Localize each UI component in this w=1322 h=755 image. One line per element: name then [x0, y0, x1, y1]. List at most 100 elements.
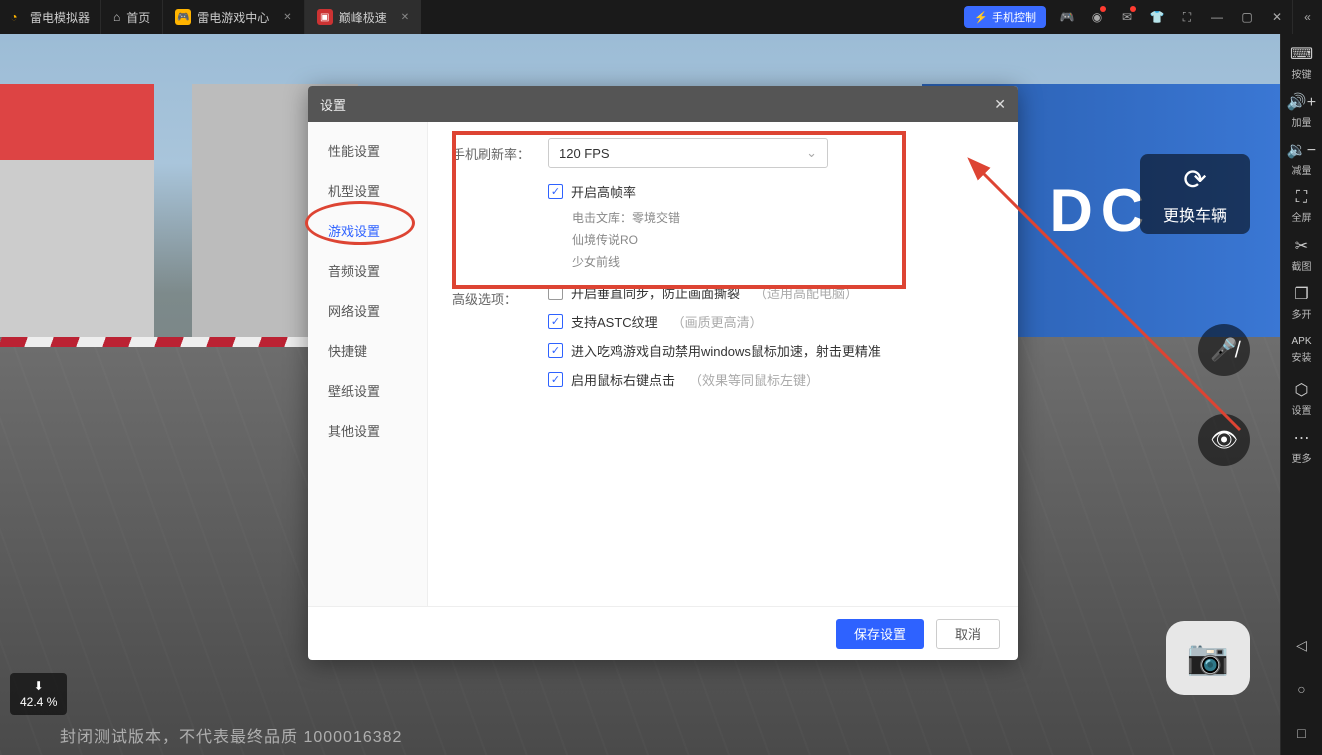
rail-settings[interactable]: ⬡设置 [1281, 374, 1322, 422]
advanced-label: 高级选项： [452, 283, 548, 308]
game-icon: ▣ [317, 9, 333, 25]
list-item: 少女前线 [572, 251, 994, 273]
volume-up-icon: 🔊+ [1287, 92, 1316, 112]
list-item: 电击文库：零境交错 [572, 207, 994, 229]
android-recent[interactable]: □ [1281, 711, 1322, 755]
settings-content: 手机刷新率： 120 FPS ⌄ ✓ 开启高帧率 电击文库：零境交错 仙境传说R… [428, 122, 1018, 606]
home-icon: ⌂ [113, 10, 120, 24]
refresh-rate-value: 120 FPS [559, 146, 610, 161]
fullscreen-tray-icon[interactable]: ⛶ [1172, 0, 1202, 34]
nav-model[interactable]: 机型设置 [308, 170, 427, 210]
mic-mute-button[interactable]: 🎤̸ [1198, 324, 1250, 376]
cancel-button[interactable]: 取消 [936, 619, 1000, 649]
titlebar: ◔ 雷电模拟器 ⌂ 首页 🎮 雷电游戏中心 ✕ ▣ 巅峰极速 ✕ ⚡ 手机控制 … [0, 0, 1322, 34]
apk-icon: APK [1291, 336, 1311, 347]
view-button[interactable]: 👁 [1198, 414, 1250, 466]
camera-icon: 📷 [1187, 638, 1229, 678]
theme-icon[interactable]: 👕 [1142, 0, 1172, 34]
right-click-hint: （效果等同鼠标左键） [689, 370, 819, 389]
collapse-rail-icon[interactable]: « [1292, 0, 1322, 34]
rail-more[interactable]: ⋯更多 [1281, 422, 1322, 470]
download-icon: ⬇ [34, 679, 44, 693]
gamepad-tray-icon[interactable]: 🎮 [1052, 0, 1082, 34]
phone-control-button[interactable]: ⚡ 手机控制 [964, 6, 1046, 28]
high-fps-game-list: 电击文库：零境交错 仙境传说RO 少女前线 [572, 207, 994, 273]
build-watermark: 封闭测试版本，不代表最终品质 1000016382 [60, 723, 402, 747]
tab-label: 巅峰极速 [339, 9, 387, 26]
multi-window-icon: ❐ [1294, 284, 1308, 304]
refresh-rate-label: 手机刷新率： [452, 138, 548, 163]
close-icon[interactable]: ✕ [994, 96, 1006, 113]
rail-keymap[interactable]: ⌨按键 [1281, 38, 1322, 86]
gamepad-icon: 🎮 [175, 9, 191, 25]
mail-icon[interactable]: ✉ [1112, 0, 1142, 34]
vsync-checkbox[interactable] [548, 285, 563, 300]
rail-volume-up[interactable]: 🔊+加量 [1281, 86, 1322, 134]
modal-footer: 保存设置 取消 [308, 606, 1018, 660]
high-fps-label: 开启高帧率 [571, 182, 636, 201]
android-home[interactable]: ○ [1281, 667, 1322, 711]
settings-modal: 设置 ✕ 性能设置 机型设置 游戏设置 音频设置 网络设置 快捷键 壁纸设置 其… [308, 86, 1018, 660]
side-rail: ⌨按键 🔊+加量 🔉−减量 ⛶全屏 ✂截图 ❐多开 APK安装 ⬡设置 ⋯更多 … [1280, 34, 1322, 755]
avatar-icon[interactable]: ◉ [1082, 0, 1112, 34]
high-fps-checkbox[interactable]: ✓ [548, 184, 563, 199]
tab-label: 首页 [126, 9, 150, 26]
refresh-rate-select[interactable]: 120 FPS ⌄ [548, 138, 828, 168]
tab-gamecenter[interactable]: 🎮 雷电游戏中心 ✕ [162, 0, 303, 34]
close-icon[interactable]: ✕ [283, 12, 291, 23]
close-icon[interactable]: ✕ [401, 12, 409, 23]
app-logo-icon: ◔ [0, 10, 28, 24]
astc-label: 支持ASTC纹理 [571, 312, 658, 331]
tab-active-game[interactable]: ▣ 巅峰极速 ✕ [304, 0, 421, 34]
keyboard-icon: ⌨ [1290, 44, 1313, 64]
rail-fullscreen[interactable]: ⛶全屏 [1281, 182, 1322, 230]
rail-multi-instance[interactable]: ❐多开 [1281, 278, 1322, 326]
astc-hint: （画质更高清） [672, 312, 763, 331]
minimize-icon[interactable]: — [1202, 0, 1232, 34]
maximize-icon[interactable]: ▢ [1232, 0, 1262, 34]
modal-title: 设置 [320, 95, 346, 114]
eye-icon: 👁 [1210, 427, 1238, 453]
nav-hotkeys[interactable]: 快捷键 [308, 330, 427, 370]
list-item: 仙境传说RO [572, 229, 994, 251]
bolt-icon: ⚡ [974, 11, 988, 24]
download-percent: 42.4 % [20, 695, 57, 709]
swap-vehicle-button[interactable]: ⟳ 更换车辆 [1140, 154, 1250, 234]
right-click-label: 启用鼠标右键点击 [571, 370, 675, 389]
nav-other[interactable]: 其他设置 [308, 410, 427, 450]
mouse-accel-checkbox[interactable]: ✓ [548, 343, 563, 358]
android-back[interactable]: ◁ [1281, 623, 1322, 667]
volume-down-icon: 🔉− [1287, 140, 1316, 160]
rail-volume-down[interactable]: 🔉−减量 [1281, 134, 1322, 182]
scissors-icon: ✂ [1295, 236, 1308, 256]
tab-home[interactable]: ⌂ 首页 [100, 0, 162, 34]
nav-wallpaper[interactable]: 壁纸设置 [308, 370, 427, 410]
rail-install-apk[interactable]: APK安装 [1281, 326, 1322, 374]
refresh-icon: ⟳ [1183, 163, 1206, 196]
vsync-hint: （适用高配电脑） [754, 283, 858, 302]
hex-icon: ⬡ [1295, 380, 1309, 400]
nav-audio[interactable]: 音频设置 [308, 250, 427, 290]
settings-side-nav: 性能设置 机型设置 游戏设置 音频设置 网络设置 快捷键 壁纸设置 其他设置 [308, 122, 428, 606]
mic-off-icon: 🎤̸ [1210, 337, 1237, 363]
vsync-label: 开启垂直同步，防止画面撕裂 [571, 283, 740, 302]
fullscreen-icon: ⛶ [1296, 189, 1307, 207]
nav-performance[interactable]: 性能设置 [308, 130, 427, 170]
camera-button[interactable]: 📷 [1166, 621, 1250, 695]
nav-network[interactable]: 网络设置 [308, 290, 427, 330]
chevron-down-icon: ⌄ [806, 145, 817, 161]
close-window-icon[interactable]: ✕ [1262, 0, 1292, 34]
tab-label: 雷电游戏中心 [197, 9, 269, 26]
right-click-checkbox[interactable]: ✓ [548, 372, 563, 387]
save-button[interactable]: 保存设置 [836, 619, 924, 649]
rail-screenshot[interactable]: ✂截图 [1281, 230, 1322, 278]
app-name: 雷电模拟器 [28, 9, 100, 26]
swap-vehicle-label: 更换车辆 [1163, 202, 1227, 226]
phone-control-label: 手机控制 [992, 9, 1036, 25]
mouse-accel-label: 进入吃鸡游戏自动禁用windows鼠标加速，射击更精准 [571, 341, 881, 360]
nav-game[interactable]: 游戏设置 [308, 210, 427, 250]
modal-header: 设置 ✕ [308, 86, 1018, 122]
ellipsis-icon: ⋯ [1294, 428, 1310, 448]
download-indicator: ⬇ 42.4 % [10, 673, 67, 715]
astc-checkbox[interactable]: ✓ [548, 314, 563, 329]
